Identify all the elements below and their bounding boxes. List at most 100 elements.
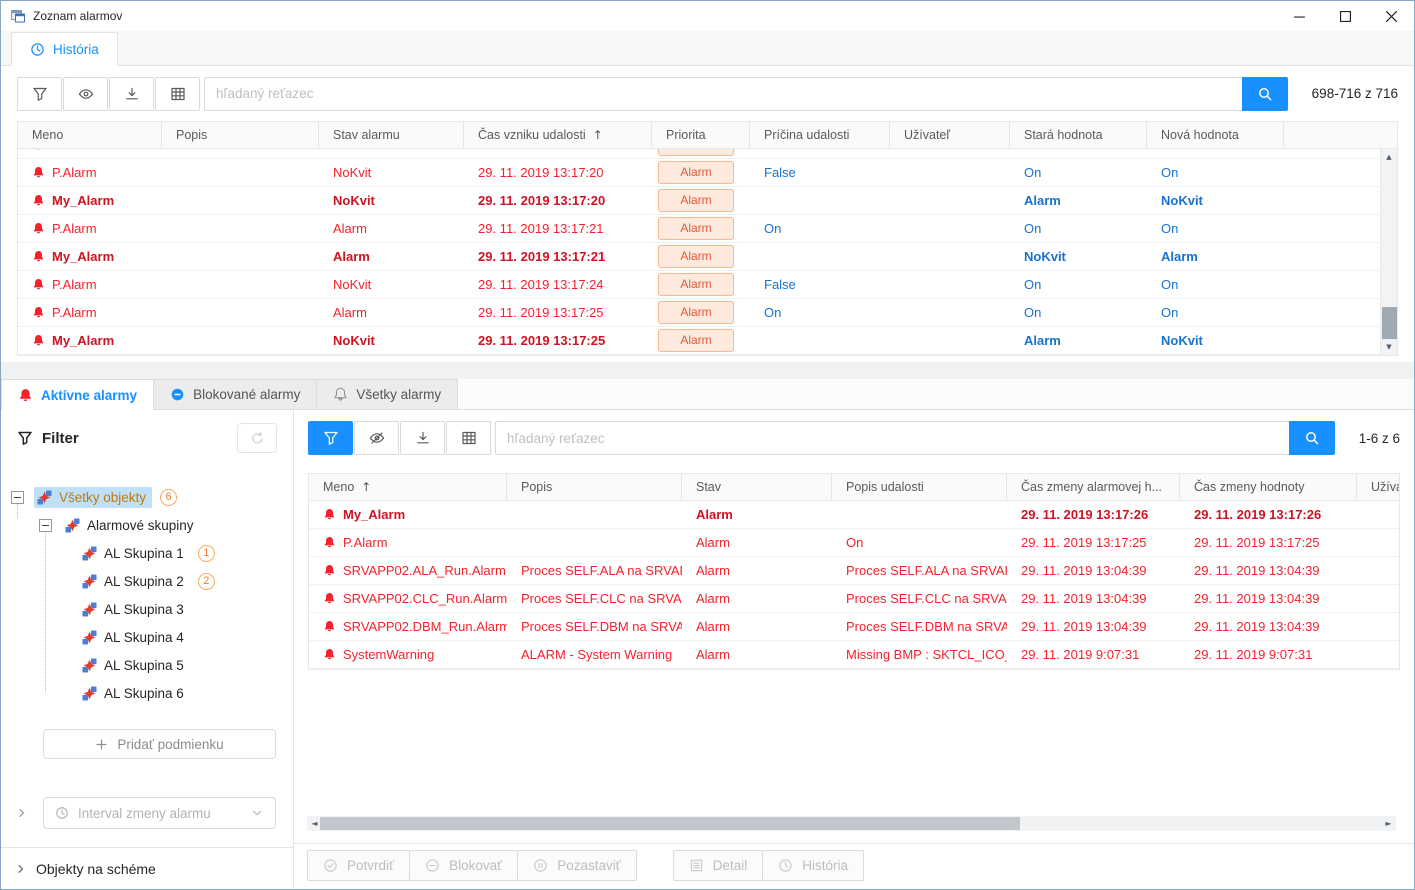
interval-select-label: Interval zmeny alarmu	[78, 806, 211, 821]
priority-badge: Alarm	[658, 273, 734, 295]
history-row[interactable]: P.Alarm Alarm 29. 11. 2019 13:17:21 Alar…	[18, 215, 1380, 243]
cell-stara-hodnota: On	[1010, 221, 1147, 236]
active-visibility-off-button[interactable]	[354, 421, 399, 455]
history-search-button[interactable]	[1242, 77, 1288, 111]
alarm-bell-icon	[323, 536, 336, 549]
minimize-icon	[1294, 11, 1305, 22]
app-icon	[10, 8, 26, 24]
column-header[interactable]: Stav alarmu	[319, 122, 464, 148]
column-header[interactable]: Stará hodnota	[1010, 122, 1147, 148]
alarm-bell-icon	[323, 508, 336, 521]
tab-aktivne-alarmy[interactable]: Aktívne alarmy	[1, 379, 154, 410]
tree-item-label: AL Skupina 5	[104, 658, 184, 673]
refresh-button[interactable]	[237, 423, 277, 453]
priority-badge: Alarm	[658, 245, 734, 267]
chevron-down-icon	[250, 806, 264, 820]
active-export-button[interactable]	[400, 421, 445, 455]
column-header[interactable]: Čas vzniku udalosti ↑	[464, 122, 652, 148]
column-header[interactable]: Čas zmeny hodnoty	[1180, 474, 1357, 500]
expand-section-button[interactable]	[11, 807, 33, 819]
history-row[interactable]: P.Alarm NoKvit 29. 11. 2019 13:17:24 Ala…	[18, 271, 1380, 299]
history-row[interactable]: My_Alarm NoKvit 29. 11. 2019 13:17:25 Al…	[18, 327, 1380, 355]
history-visibility-button[interactable]	[63, 77, 108, 111]
active-alarm-row[interactable]: SRVAPP02.DBM_Run.Alarm Proces SELF.DBM n…	[309, 613, 1399, 641]
cell-meno: My_Alarm	[52, 333, 114, 348]
active-alarm-row[interactable]: SRVAPP02.ALA_Run.Alarm Proces SELF.ALA n…	[309, 557, 1399, 585]
scroll-up-icon[interactable]: ▲	[1381, 149, 1397, 165]
detail-button[interactable]: Detail	[673, 850, 764, 881]
minimize-button[interactable]	[1276, 1, 1322, 31]
column-header[interactable]: Meno ↑	[309, 474, 507, 500]
vertical-scrollbar[interactable]: ▲ ▼	[1380, 149, 1397, 355]
column-header[interactable]: Užívateľ	[1357, 474, 1399, 500]
pause-button[interactable]: Pozastaviť	[517, 850, 637, 881]
cell-stara-hodnota: Alarm	[1010, 193, 1147, 208]
column-header[interactable]: Užívateľ	[890, 122, 1010, 148]
column-header[interactable]: Meno	[18, 122, 162, 148]
column-header[interactable]: Popis	[507, 474, 682, 500]
cell-cas-vzniku: 29. 11. 2019 13:17:25	[464, 305, 652, 320]
history-row[interactable]: P.Alarm Alarm 29. 11. 2019 13:17:25 Alar…	[18, 299, 1380, 327]
check-circle-icon	[323, 858, 338, 873]
close-button[interactable]	[1368, 1, 1414, 31]
cell-meno: My_Alarm	[343, 507, 405, 522]
tab-vsetky-alarmy[interactable]: Všetky alarmy	[316, 379, 458, 409]
download-icon	[124, 86, 140, 102]
minus-circle-icon	[425, 858, 440, 873]
download-icon	[415, 430, 431, 446]
tree-item[interactable]: Všetky objekty 6	[1, 483, 293, 511]
active-search-button[interactable]	[1289, 421, 1335, 455]
history-search-input[interactable]	[204, 77, 1242, 111]
active-alarm-row[interactable]: SystemWarning ALARM - System Warning Ala…	[309, 641, 1399, 669]
column-header-label: Stará hodnota	[1024, 128, 1103, 142]
horizontal-scrollbar[interactable]: ◄ ►	[307, 816, 1396, 831]
tab-blokovane-alarmy[interactable]: Blokované alarmy	[153, 379, 317, 409]
active-columns-button[interactable]	[446, 421, 491, 455]
active-alarm-row[interactable]: P.Alarm Alarm On 29. 11. 2019 13:17:25 2…	[309, 529, 1399, 557]
alarm-tabstrip: Aktívne alarmy Blokované alarmy Všetky a…	[1, 379, 1414, 410]
collapse-toggle-icon[interactable]	[11, 491, 24, 504]
active-alarm-row[interactable]: SRVAPP02.CLC_Run.Alarm Proces SELF.CLC n…	[309, 585, 1399, 613]
column-header[interactable]: Priorita	[652, 122, 750, 148]
scroll-right-icon[interactable]: ►	[1381, 816, 1396, 831]
objects-on-scheme-section[interactable]: Objekty na schéme	[1, 847, 293, 889]
history-row[interactable]: P.Alarm NoKvit 29. 11. 2019 13:17:20 Ala…	[18, 159, 1380, 187]
column-header[interactable]: Stav	[682, 474, 832, 500]
tab-historia-label: História	[53, 42, 99, 57]
collapse-toggle-icon[interactable]	[39, 519, 52, 532]
scrollbar-thumb[interactable]	[1382, 307, 1397, 339]
column-header-label: Meno	[323, 480, 354, 494]
tab-historia[interactable]: História	[11, 32, 118, 66]
history-row[interactable]: My_Alarm Alarm 29. 11. 2019 13:17:21 Ala…	[18, 243, 1380, 271]
action-footer: Potvrdiť Blokovať Pozastaviť Detail	[294, 843, 1414, 889]
app-window: Zoznam alarmov História	[0, 0, 1415, 890]
history-row[interactable]: Alarm	[18, 149, 1380, 159]
history-filter-button[interactable]	[17, 77, 62, 111]
cell-stav-alarmu: NoKvit	[319, 165, 464, 180]
scrollbar-thumb[interactable]	[320, 817, 1020, 830]
active-filter-button[interactable]	[308, 421, 353, 455]
cell-cas-zmeny-hodnoty: 29. 11. 2019 9:07:31	[1180, 647, 1357, 662]
history-row[interactable]: My_Alarm NoKvit 29. 11. 2019 13:17:20 Al…	[18, 187, 1380, 215]
column-header[interactable]: Popis udalosti	[832, 474, 1007, 500]
cell-stara-hodnota: Alarm	[1010, 333, 1147, 348]
scroll-down-icon[interactable]: ▼	[1381, 339, 1397, 355]
active-alarm-row[interactable]: My_Alarm Alarm 29. 11. 2019 13:17:26 29.…	[309, 501, 1399, 529]
cell-cas-zmeny-alarmovej: 29. 11. 2019 13:17:25	[1007, 535, 1180, 550]
interval-select[interactable]: Interval zmeny alarmu	[43, 797, 276, 829]
history-export-button[interactable]	[109, 77, 154, 111]
active-search-input[interactable]	[495, 421, 1289, 455]
maximize-button[interactable]	[1322, 1, 1368, 31]
confirm-button[interactable]: Potvrdiť	[307, 850, 410, 881]
history-columns-button[interactable]	[155, 77, 200, 111]
cell-cas-vzniku: 29. 11. 2019 13:17:20	[464, 165, 652, 180]
column-header-label: Príčina udalosti	[764, 128, 849, 142]
add-condition-button[interactable]: Pridať podmienku	[43, 729, 276, 759]
column-header[interactable]: Čas zmeny alarmovej h...	[1007, 474, 1180, 500]
cell-pricina: On	[750, 221, 890, 236]
block-button[interactable]: Blokovať	[409, 850, 518, 881]
column-header[interactable]: Nová hodnota	[1147, 122, 1284, 148]
column-header[interactable]: Príčina udalosti	[750, 122, 890, 148]
column-header[interactable]: Popis	[162, 122, 319, 148]
history-button[interactable]: História	[762, 850, 864, 881]
